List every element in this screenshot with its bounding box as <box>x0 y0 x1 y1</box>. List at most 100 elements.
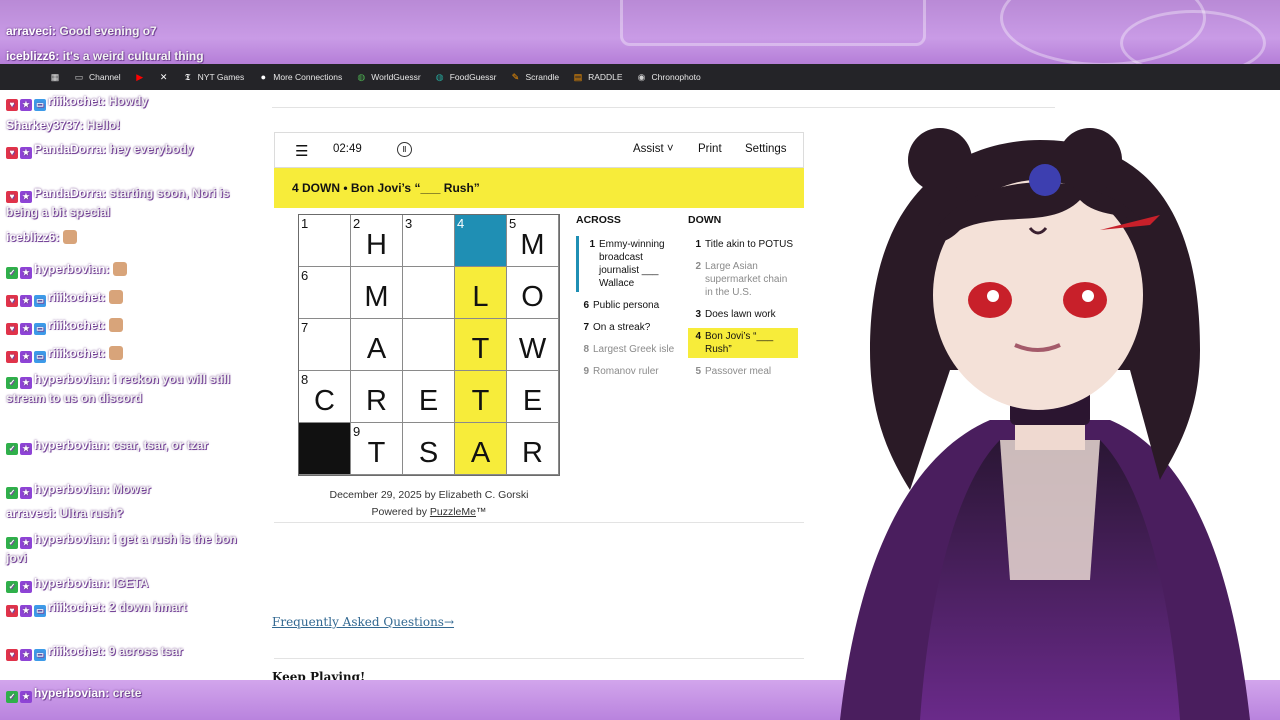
across-clue[interactable]: 1 Emmy-winning broadcast journalist ___ W… <box>576 236 686 292</box>
chat-username: riiikochet: <box>48 318 106 332</box>
chat-badge-icon: ★ <box>20 691 32 703</box>
chat-message: ✓ ★ hyperbovian: crete <box>6 684 246 703</box>
bookmark-item[interactable]: ▶ <box>135 72 145 82</box>
crossword-grid[interactable]: 12H345M6MLO7ATW8CRETE9TSAR <box>298 214 560 476</box>
grid-cell[interactable]: M <box>351 267 403 319</box>
chat-badge-icon: ✓ <box>6 377 18 389</box>
bookmark-item[interactable]: 𝕿 NYT Games <box>183 72 244 83</box>
down-clue[interactable]: 3 Does lawn work <box>688 306 798 323</box>
clue-text: Emmy-winning broadcast journalist ___ Wa… <box>599 239 665 289</box>
chat-badge-icon: ✓ <box>6 691 18 703</box>
clue-number: 4 <box>695 331 701 342</box>
down-clue[interactable]: 2 Large Asian supermarket chain in the U.… <box>688 258 798 301</box>
grid-cell[interactable]: E <box>403 371 455 423</box>
cell-letter: S <box>418 437 439 469</box>
across-clue[interactable]: 8 Largest Greek isle <box>576 341 686 358</box>
chat-username: riiikochet: <box>48 346 106 360</box>
clue-number: 5 <box>695 366 701 377</box>
pause-icon[interactable]: Ⅱ <box>397 142 412 157</box>
grid-cell[interactable]: W <box>507 319 559 371</box>
grid-cell[interactable]: S <box>403 423 455 475</box>
grid-cell[interactable]: A <box>351 319 403 371</box>
grid-cell[interactable]: L <box>455 267 507 319</box>
bookmark-item[interactable]: ▭ Channel <box>74 72 121 83</box>
faq-link[interactable]: Frequently Asked Questions→ <box>272 615 454 629</box>
menu-icon[interactable]: ☰ <box>295 142 308 160</box>
cell-number: 3 <box>405 216 413 231</box>
grid-cell[interactable] <box>403 267 455 319</box>
grid-cell[interactable]: A <box>455 423 507 475</box>
cell-number: 6 <box>301 268 309 283</box>
chat-badge-icon: ✓ <box>6 581 18 593</box>
grid-cell[interactable]: 7 <box>299 319 351 371</box>
chat-message: ✓ ★ hyperbovian: Mower <box>6 480 246 499</box>
bookmark-label: More Connections <box>273 72 343 82</box>
puzzleme-link[interactable]: PuzzleMe <box>430 506 476 518</box>
chat-message: ✓ ★ hyperbovian: <box>6 260 246 279</box>
clue-text: Largest Greek isle <box>593 344 675 355</box>
grid-cell[interactable]: 1 <box>299 215 351 267</box>
grid-cell[interactable] <box>403 319 455 371</box>
chat-badge-icon: ★ <box>20 267 32 279</box>
grid-cell[interactable]: E <box>507 371 559 423</box>
grid-cell[interactable]: 9T <box>351 423 403 475</box>
chat-username: hyperbovian: <box>34 576 110 590</box>
grid-cell[interactable]: O <box>507 267 559 319</box>
grid-cell[interactable]: R <box>351 371 403 423</box>
cell-letter: R <box>366 385 387 417</box>
across-clue[interactable]: 6 Public persona <box>576 297 686 314</box>
chat-username: arraveci: <box>6 24 57 38</box>
bookmark-item[interactable]: ◍ WorldGuessr <box>356 72 420 83</box>
cell-letter: W <box>518 333 547 365</box>
bookmark-label: RADDLE <box>588 72 623 82</box>
chat-badge-icon: ✓ <box>6 487 18 499</box>
raddle-icon: ▤ <box>573 71 583 82</box>
grid-cell[interactable]: 2H <box>351 215 403 267</box>
down-clue[interactable]: 4 Bon Jovi’s “___ Rush” <box>688 328 798 358</box>
grid-cell[interactable]: 8C <box>299 371 351 423</box>
chat-text: Howdy <box>108 94 149 108</box>
apps-icon[interactable]: ▦ <box>50 72 60 82</box>
clue-text: Does lawn work <box>705 309 776 320</box>
chat-message: ♥ ★ ▭ riiikochet: <box>6 344 246 363</box>
grid-cell[interactable]: T <box>455 319 507 371</box>
chat-message: ✓ ★ hyperbovian: i reckon you will still s… <box>6 370 246 407</box>
print-button[interactable]: Print <box>698 143 722 155</box>
cell-letter: H <box>366 229 387 261</box>
bookmark-item[interactable]: ◉ Chronophoto <box>637 72 701 83</box>
cell-letter: A <box>470 437 491 469</box>
bookmark-item[interactable]: ● More Connections <box>258 72 343 82</box>
chat-username: hyperbovian: <box>34 372 110 386</box>
cell-letter: C <box>314 385 335 417</box>
bookmark-item[interactable]: ◍ FoodGuessr <box>435 72 497 83</box>
assist-menu[interactable]: Assist ˅ <box>633 143 674 155</box>
chat-badge-icon: ▭ <box>34 605 46 617</box>
cell-letter: E <box>522 385 543 417</box>
chat-username: Sharkey3737: <box>6 118 84 132</box>
clue-number: 1 <box>589 239 595 250</box>
across-clue[interactable]: 9 Romanov ruler <box>576 363 686 380</box>
powered-suffix: ™ <box>475 506 487 518</box>
grid-cell[interactable]: R <box>507 423 559 475</box>
current-clue-bar: 4 DOWN • Bon Jovi’s “___ Rush” <box>274 168 804 208</box>
grid-cell[interactable]: 4 <box>455 215 507 267</box>
chat-badge-icon: ▭ <box>34 99 46 111</box>
chat-badge-icon: ♥ <box>6 99 18 111</box>
bookmark-item[interactable]: ▤ RADDLE <box>573 71 623 83</box>
puzzle-toolbar: ☰ 02:49 Ⅱ Assist ˅ Print Settings <box>274 132 804 168</box>
down-clue[interactable]: 1 Title akin to POTUS <box>688 236 798 253</box>
chat-message: ♥ ★ ▭ riiikochet: 9 across tsar <box>6 642 246 661</box>
cell-letter: T <box>367 437 386 469</box>
grid-cell[interactable]: 5M <box>507 215 559 267</box>
chat-badge-icon: ★ <box>20 295 32 307</box>
grid-cell[interactable]: 6 <box>299 267 351 319</box>
grid-cell[interactable]: T <box>455 371 507 423</box>
across-clue[interactable]: 7 On a streak? <box>576 319 686 336</box>
bookmark-item[interactable]: ✕ <box>159 72 169 82</box>
down-clue[interactable]: 5 Passover meal <box>688 363 798 380</box>
settings-button[interactable]: Settings <box>745 143 787 155</box>
clue-text: Passover meal <box>705 366 772 377</box>
bookmark-item[interactable]: ✎ Scrandle <box>511 72 559 83</box>
chat-text: 9 across tsar <box>108 644 183 658</box>
grid-cell[interactable]: 3 <box>403 215 455 267</box>
